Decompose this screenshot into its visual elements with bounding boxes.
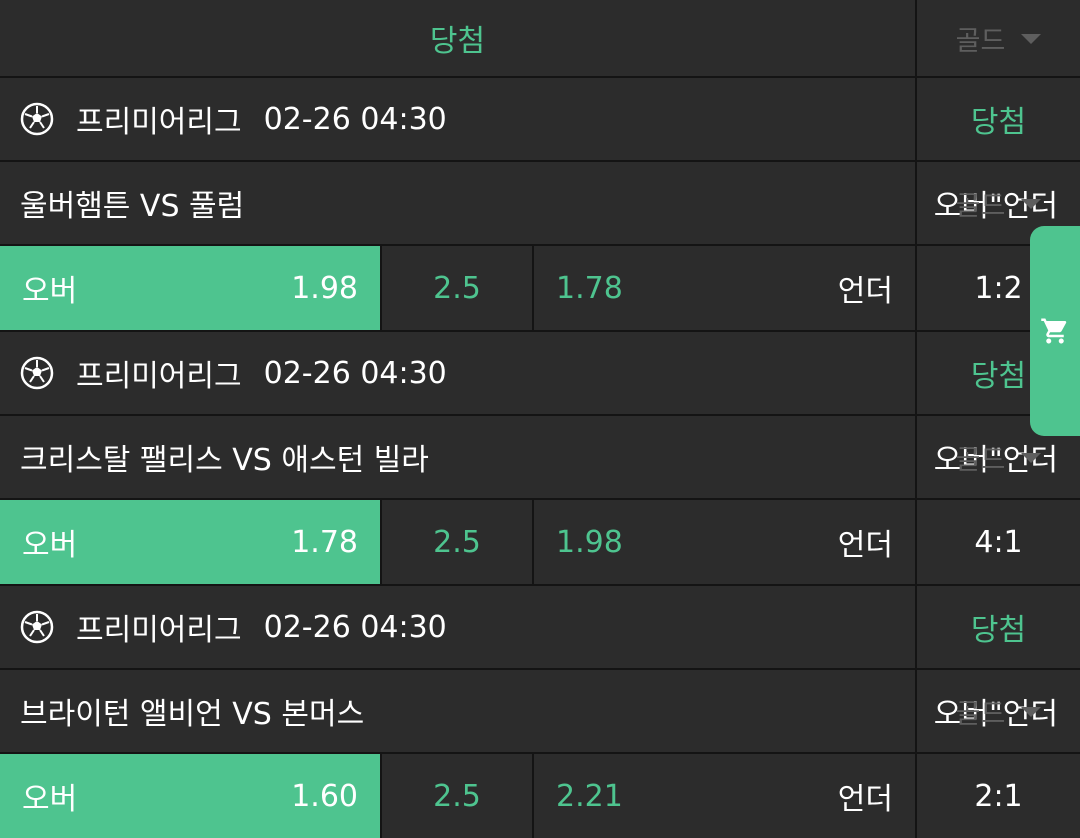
odds-row: 오버 1.78 2.5 1.98 언더 4:1 [0,500,1080,584]
match-row: 울버햄튼 VS 풀럼 오버"언더 골드 [0,162,1080,244]
under-odds-button[interactable]: 2.21 언더 [534,754,915,838]
league-name: 프리미어리그 [76,105,242,140]
handicap-line: 2.5 [433,524,481,560]
odds-row: 오버 1.60 2.5 2.21 언더 2:1 [0,754,1080,838]
over-label: 오버 [22,782,78,817]
filter-dropdown[interactable]: 골드 [917,670,1080,752]
over-odds-value: 1.60 [291,778,358,814]
match-score: 2:1 [974,778,1023,814]
league-name: 프리미어리그 [76,359,242,394]
league-name: 프리미어리그 [76,613,242,648]
odds-row: 오버 1.98 2.5 1.78 언더 1:2 [0,246,1080,330]
match-datetime: 02-26 04:30 [263,355,447,391]
over-odds-button[interactable]: 오버 1.78 [0,500,380,584]
match-datetime: 02-26 04:30 [263,101,447,137]
filter-label: 골드 [955,25,1006,57]
over-odds-value: 1.78 [291,524,358,560]
under-odds-value: 2.21 [556,778,623,814]
cart-button[interactable] [1030,226,1080,436]
status-badge: 당첨 [970,105,1027,140]
league-row: 프리미어리그 02-26 04:30 당첨 [0,78,1080,160]
header-title: 당첨 [429,24,486,59]
match-row: 브라이턴 앨비언 VS 본머스 오버"언더 골드 [0,670,1080,752]
soccer-ball-icon [20,356,54,390]
match-teams: 브라이턴 앨비언 VS 본머스 [20,697,365,732]
handicap-line: 2.5 [433,270,481,306]
filter-label: 골드 [955,698,1006,730]
chevron-down-icon [1021,34,1042,44]
league-row: 프리미어리그 02-26 04:30 당첨 [0,332,1080,414]
filter-label: 골드 [955,190,1006,222]
match-teams: 울버햄튼 VS 풀럼 [20,189,245,224]
under-odds-value: 1.98 [556,524,623,560]
over-label: 오버 [22,274,78,309]
header-filter-dropdown[interactable]: 골드 [917,0,1080,76]
under-label: 언더 [837,782,893,817]
soccer-ball-icon [20,102,54,136]
filter-label: 골드 [955,444,1006,476]
chevron-down-icon [1021,707,1042,717]
under-label: 언더 [837,274,893,309]
over-label: 오버 [22,528,78,563]
chevron-down-icon [1021,453,1042,463]
match-row: 크리스탈 팰리스 VS 애스턴 빌라 오버"언더 골드 [0,416,1080,498]
match-datetime: 02-26 04:30 [263,609,447,645]
under-label: 언더 [837,528,893,563]
over-odds-button[interactable]: 오버 1.60 [0,754,380,838]
header-row: 당첨 골드 [0,0,1080,76]
under-odds-value: 1.78 [556,270,623,306]
over-odds-value: 1.98 [291,270,358,306]
soccer-ball-icon [20,610,54,644]
match-teams: 크리스탈 팰리스 VS 애스턴 빌라 [20,443,429,478]
league-row: 프리미어리그 02-26 04:30 당첨 [0,586,1080,668]
under-odds-button[interactable]: 1.78 언더 [534,246,915,330]
match-score: 4:1 [974,524,1023,560]
under-odds-button[interactable]: 1.98 언더 [534,500,915,584]
over-odds-button[interactable]: 오버 1.98 [0,246,380,330]
cart-icon [1041,318,1067,344]
status-badge: 당첨 [970,613,1027,648]
chevron-down-icon [1021,199,1042,209]
handicap-line: 2.5 [433,778,481,814]
